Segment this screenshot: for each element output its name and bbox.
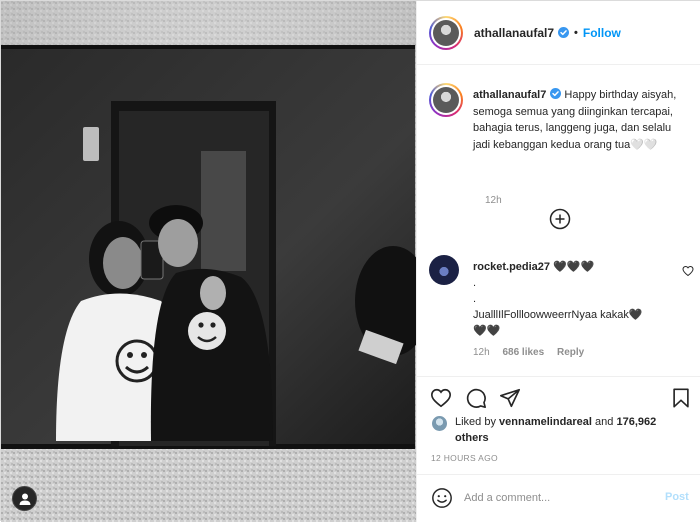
post-comment-button[interactable]: Post [665, 491, 689, 503]
post-actions-bar [417, 376, 700, 416]
post-header: athallanaufal7 • Follow [417, 1, 700, 65]
reply-button[interactable]: Reply [557, 347, 584, 358]
likes-and: and [595, 416, 614, 428]
comment-like-heart-icon[interactable] [682, 265, 694, 277]
commenter-avatar[interactable] [429, 255, 459, 285]
author-avatar[interactable] [429, 15, 463, 50]
commenter-username[interactable]: rocket.pedia27 [473, 261, 550, 273]
paper-plane-icon[interactable] [499, 387, 521, 409]
bookmark-icon[interactable] [670, 387, 692, 409]
user-icon [19, 493, 30, 505]
liker-avatar[interactable] [431, 415, 448, 432]
comment-timestamp[interactable]: 12h [473, 347, 490, 358]
post-side-panel: athallanaufal7 • Follow athallanaufal7 H… [416, 1, 700, 522]
add-comment-bar: Post [417, 474, 700, 522]
comment-meta: 12h 686 likes Reply [473, 347, 594, 358]
instagram-post-modal: athallanaufal7 • Follow athallanaufal7 H… [0, 0, 700, 522]
verified-badge-icon [558, 27, 570, 38]
tagged-users-button[interactable] [12, 486, 37, 511]
likes-text: Liked by vennamelindareal and 176,962 ot… [455, 415, 691, 446]
caption-avatar-ring [431, 85, 461, 115]
comment-body: rocket.pedia27 🖤🖤🖤 . . JualllIlFolllooww… [473, 259, 663, 339]
verified-badge-icon [550, 88, 562, 99]
caption-body: athallanaufal7 Happy birthday aisyah, se… [473, 87, 687, 153]
author-avatar-ring [431, 17, 461, 48]
caption-avatar-image [433, 87, 459, 113]
post-timestamp[interactable]: 12 HOURS AGO [431, 453, 498, 463]
comment-likes[interactable]: 686 likes [502, 347, 544, 358]
comments-section[interactable]: athallanaufal7 Happy birthday aisyah, se… [417, 65, 700, 376]
heart-icon[interactable] [430, 387, 452, 409]
author-avatar-image [433, 19, 459, 46]
smiley-icon[interactable] [431, 487, 453, 509]
header-separator: • [574, 26, 578, 39]
mirror-selfie-image [1, 1, 416, 522]
follow-button[interactable]: Follow [583, 26, 621, 40]
post-photo[interactable] [1, 1, 416, 522]
caption-timestamp[interactable]: 12h [485, 195, 502, 206]
plus-circle-icon[interactable] [549, 208, 571, 230]
likes-prefix: Liked by [455, 416, 496, 428]
caption-username[interactable]: athallanaufal7 [473, 89, 546, 101]
caption-author-avatar[interactable] [429, 83, 463, 117]
comment-input[interactable] [464, 489, 654, 507]
author-username[interactable]: athallanaufal7 [474, 26, 554, 40]
liker-username[interactable]: vennamelindareal [499, 416, 592, 428]
comment-icon[interactable] [465, 387, 487, 409]
